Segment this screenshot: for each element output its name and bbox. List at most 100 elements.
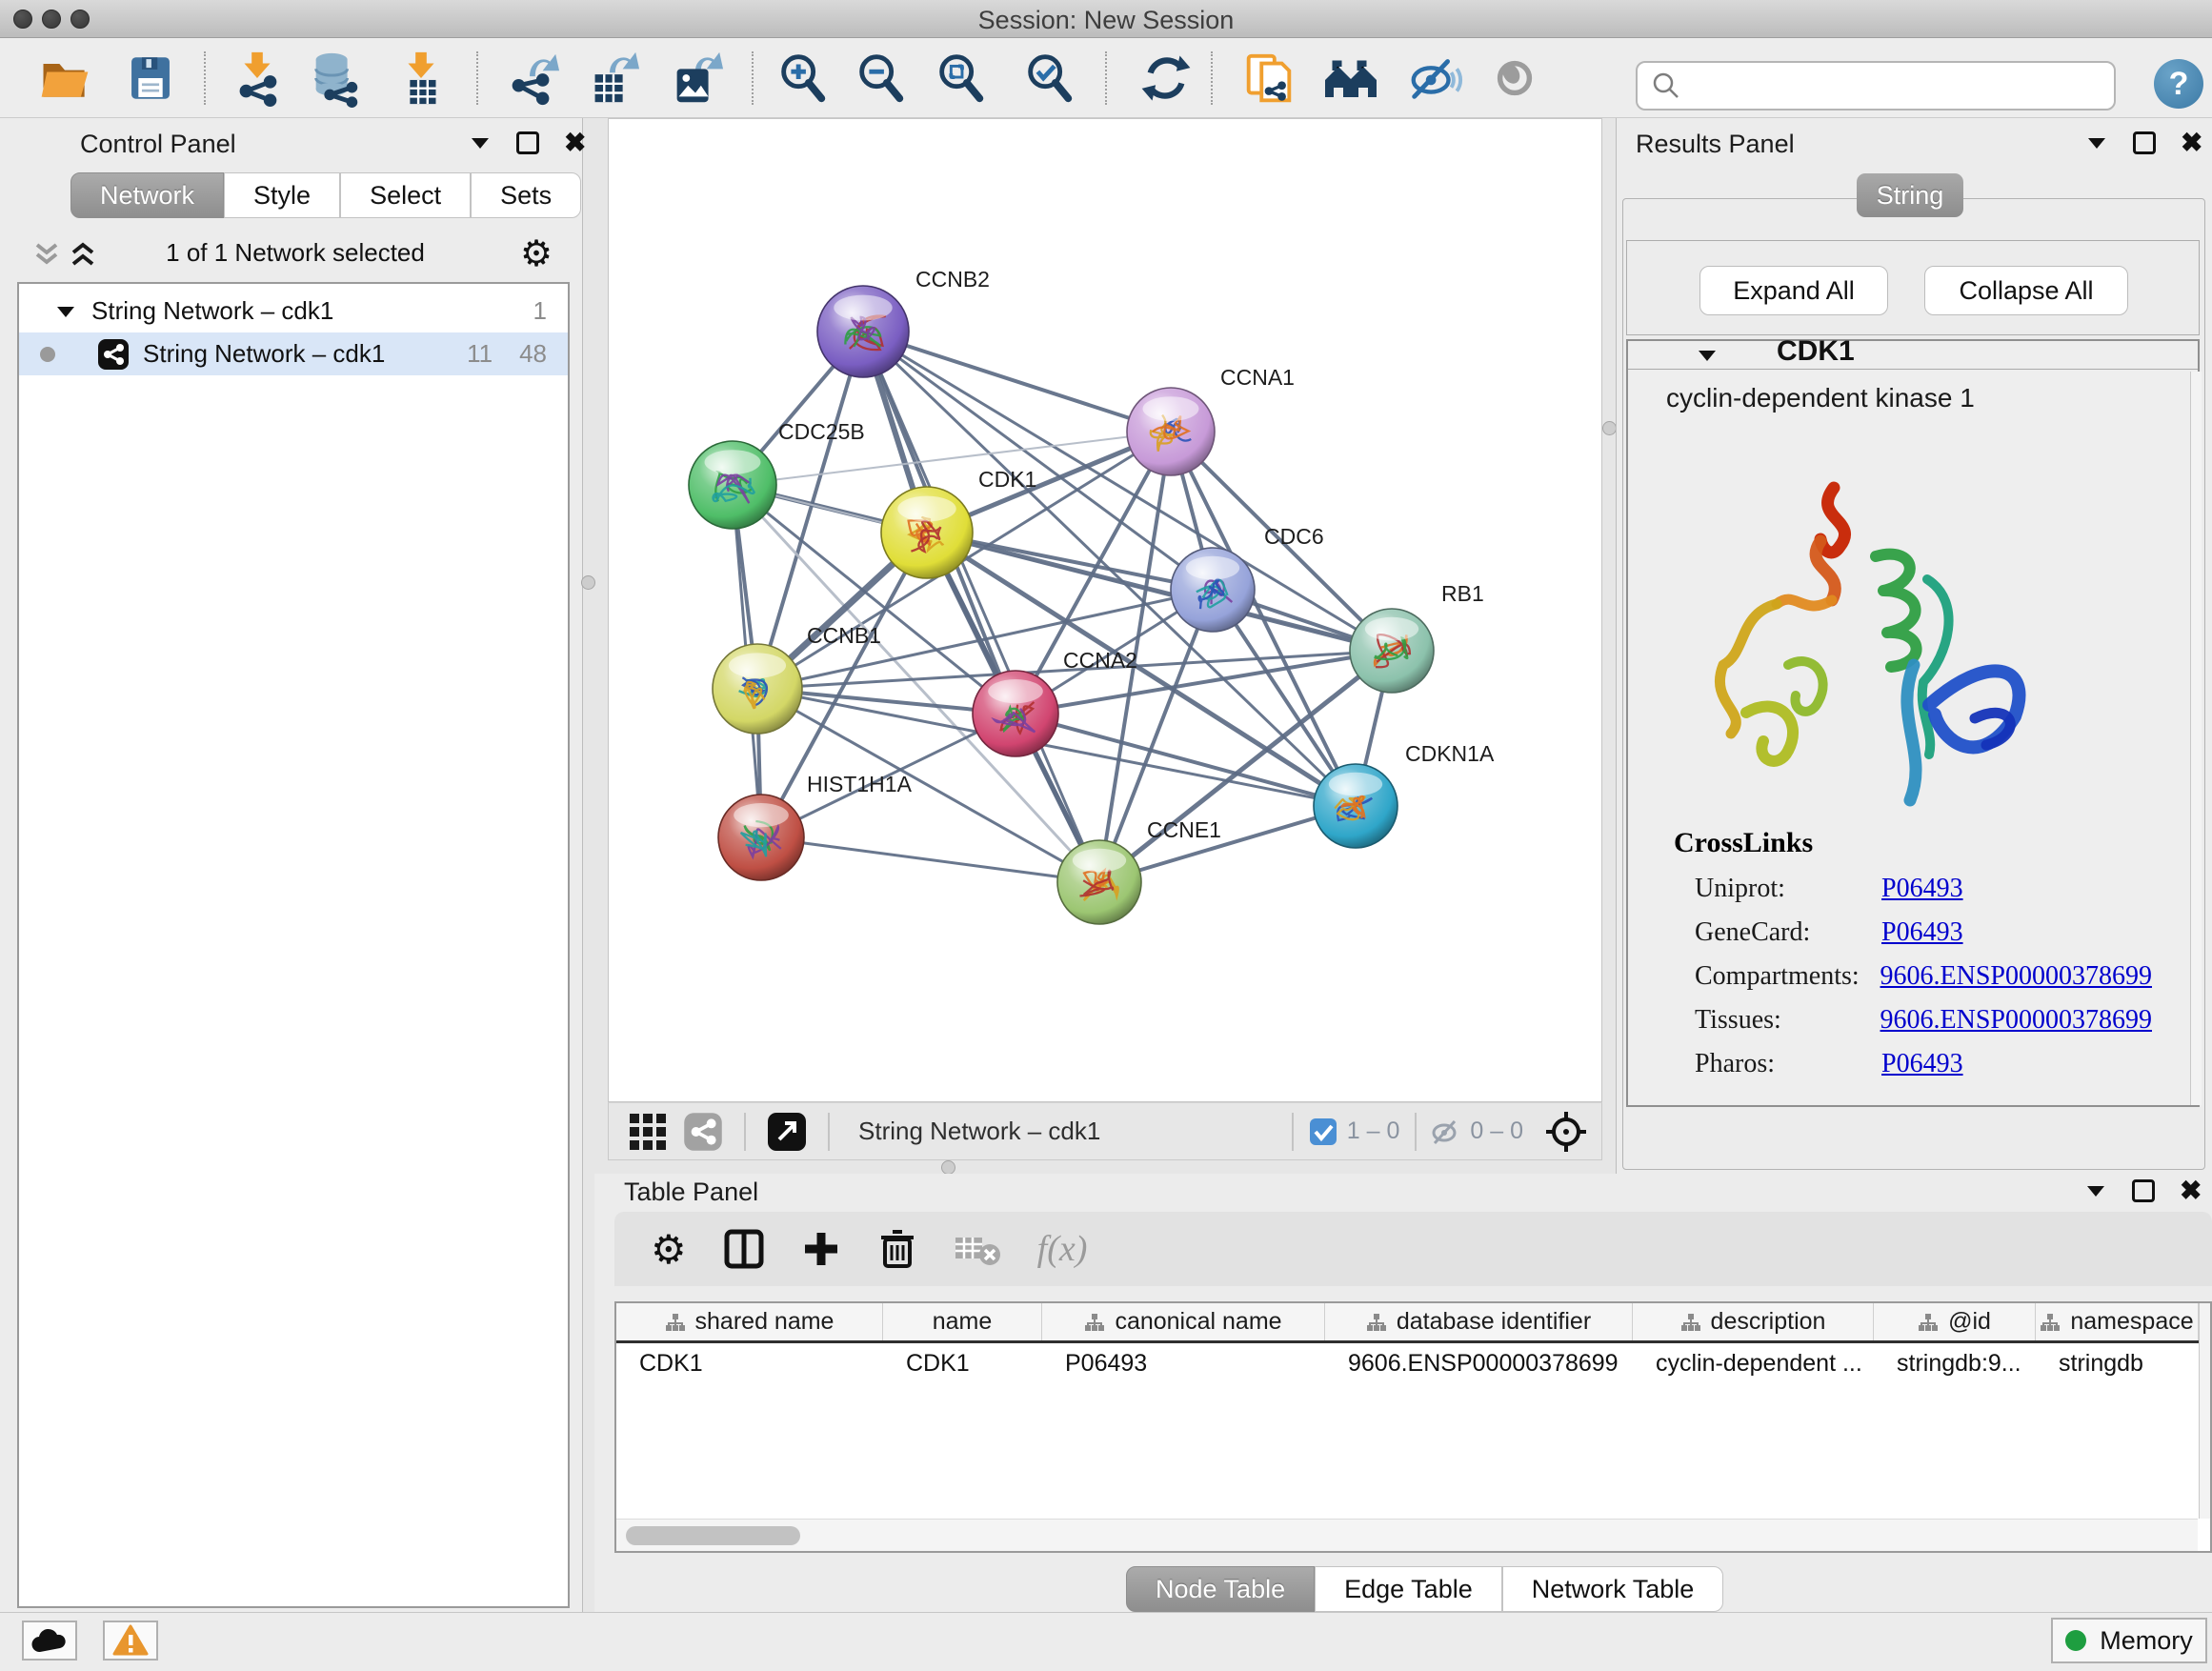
table-panel-title: Table Panel — [624, 1178, 758, 1207]
save-floppy-icon — [123, 50, 178, 106]
detach-view-icon[interactable] — [767, 1112, 807, 1152]
search-input[interactable] — [1681, 71, 2091, 101]
bottom-splitter-handle[interactable] — [941, 1160, 955, 1175]
crosslink-value-link[interactable]: P06493 — [1881, 917, 1963, 948]
column-header-shared-name[interactable]: shared name — [616, 1303, 883, 1340]
tab-string[interactable]: String — [1857, 173, 1963, 217]
left-splitter-handle[interactable] — [581, 575, 595, 590]
show-all-button[interactable] — [1483, 47, 1546, 110]
column-header-name[interactable]: name — [883, 1303, 1042, 1340]
tab-network[interactable]: Network — [70, 172, 224, 218]
column-header-description[interactable]: description — [1633, 1303, 1874, 1340]
close-panel-icon[interactable]: ✖ — [564, 131, 586, 154]
right-splitter-handle[interactable] — [1602, 421, 1617, 435]
edge-CCNB2-CCNA1[interactable] — [863, 332, 1171, 432]
tab-select[interactable]: Select — [340, 172, 471, 218]
float-panel-icon[interactable] — [2133, 131, 2156, 154]
open-session-button[interactable] — [33, 47, 96, 110]
save-session-button[interactable] — [119, 47, 182, 110]
network-view-icon[interactable] — [683, 1112, 723, 1152]
node-CDC6[interactable] — [1171, 548, 1255, 632]
collapse-all-button[interactable]: Collapse All — [1924, 266, 2128, 315]
crosslink-value-link[interactable]: P06493 — [1881, 1049, 1963, 1079]
tree-expand-icon[interactable] — [55, 303, 76, 320]
float-panel-icon[interactable] — [2132, 1179, 2155, 1202]
gene-card-header[interactable]: CDK1 — [1628, 341, 2198, 370]
column-header-canonical-name[interactable]: canonical name — [1042, 1303, 1325, 1340]
collapse-entry-icon[interactable] — [1697, 347, 1718, 364]
edge-HIST1H1A-CCNE1[interactable] — [761, 837, 1099, 882]
panel-menu-icon[interactable] — [469, 131, 492, 154]
table-row[interactable]: CDK1CDK1P064939606.ENSP00000378699cyclin… — [616, 1343, 2210, 1383]
export-image-button[interactable] — [664, 47, 727, 110]
tab-edge-table[interactable]: Edge Table — [1315, 1566, 1502, 1612]
column-header-namespace[interactable]: namespace — [2036, 1303, 2199, 1340]
tab-network-table[interactable]: Network Table — [1502, 1566, 1724, 1612]
table-settings-gear-icon[interactable]: ⚙ — [651, 1226, 687, 1273]
hide-selected-button[interactable] — [1403, 47, 1466, 110]
cloud-status-button[interactable] — [22, 1621, 77, 1661]
delete-table-icon[interactable] — [954, 1230, 1001, 1268]
function-builder-icon[interactable]: f(x) — [1037, 1228, 1088, 1270]
node-HIST1H1A[interactable] — [718, 795, 804, 880]
scrollbar-thumb[interactable] — [626, 1526, 800, 1545]
node-CDKN1A[interactable] — [1314, 764, 1398, 848]
node-CCNB2[interactable] — [817, 286, 909, 377]
tab-node-table[interactable]: Node Table — [1126, 1566, 1315, 1612]
export-table-button[interactable] — [580, 47, 643, 110]
current-network-dot-icon — [40, 347, 55, 362]
node-RB1[interactable] — [1350, 609, 1434, 693]
tab-style[interactable]: Style — [224, 172, 340, 218]
tab-sets[interactable]: Sets — [471, 172, 581, 218]
warnings-button[interactable] — [103, 1621, 158, 1661]
add-column-icon[interactable] — [801, 1229, 841, 1269]
show-columns-icon[interactable] — [723, 1228, 765, 1270]
crosslink-value-link[interactable]: 9606.ENSP00000378699 — [1880, 961, 2152, 992]
zoom-out-button[interactable] — [850, 47, 913, 110]
zoom-fit-button[interactable] — [930, 47, 993, 110]
expand-all-icon[interactable] — [69, 242, 97, 267]
column-header-database-identifier[interactable]: database identifier — [1325, 1303, 1633, 1340]
crosslink-value-link[interactable]: 9606.ENSP00000378699 — [1880, 1005, 2152, 1036]
network-collection-row[interactable]: String Network – cdk1 1 — [19, 290, 568, 332]
import-table-button[interactable] — [390, 47, 452, 110]
table-vertical-scrollbar[interactable] — [2199, 1303, 2210, 1519]
network-canvas[interactable]: CCNB2CCNA1CDC25BCDK1CDC6RB1CCNB1CCNA2CDK… — [609, 119, 1601, 1101]
birds-eye-crosshair-icon[interactable] — [1544, 1110, 1588, 1154]
grid-view-icon[interactable] — [628, 1112, 668, 1152]
selected-checkbox-icon[interactable] — [1309, 1117, 1337, 1146]
network-options-gear-icon[interactable]: ⚙ — [520, 232, 553, 275]
memory-button[interactable]: Memory — [2051, 1618, 2207, 1663]
crosslink-value-link[interactable]: P06493 — [1881, 874, 1963, 904]
zoom-in-icon — [774, 49, 833, 108]
panel-menu-icon[interactable] — [2085, 131, 2108, 154]
gene-result-card: CDK1 cyclin-dependent kinase 1 CrossLink… — [1626, 339, 2200, 1107]
collapse-all-icon[interactable] — [32, 242, 61, 267]
results-vertical-scrollbar[interactable] — [2190, 372, 2202, 1105]
float-panel-icon[interactable] — [516, 131, 539, 154]
cell-description: cyclin-dependent ... — [1633, 1343, 1874, 1383]
panel-menu-icon[interactable] — [2084, 1179, 2107, 1202]
close-panel-icon[interactable]: ✖ — [2181, 131, 2202, 154]
expand-all-button[interactable]: Expand All — [1699, 266, 1888, 315]
node-CDK1[interactable] — [881, 487, 973, 578]
refresh-layout-button[interactable] — [1135, 47, 1197, 110]
delete-column-icon[interactable] — [877, 1228, 917, 1270]
edge-CCNB2-CCNE1[interactable] — [863, 332, 1099, 882]
duplicate-network-button[interactable] — [1237, 47, 1300, 110]
help-button[interactable]: ? — [2154, 59, 2203, 109]
node-CCNB1[interactable] — [713, 644, 802, 734]
zoom-selected-button[interactable] — [1018, 47, 1081, 110]
import-network-from-database-button[interactable] — [304, 47, 367, 110]
export-network-button[interactable] — [500, 47, 563, 110]
home-button[interactable] — [1320, 47, 1383, 110]
node-CCNA2[interactable] — [973, 671, 1058, 756]
node-CCNA1[interactable] — [1127, 388, 1215, 475]
close-panel-icon[interactable]: ✖ — [2180, 1179, 2202, 1202]
column-header-@id[interactable]: @id — [1874, 1303, 2036, 1340]
node-CDC25B[interactable] — [689, 441, 776, 529]
network-row[interactable]: String Network – cdk1 11 48 — [19, 332, 568, 375]
node-CCNE1[interactable] — [1057, 840, 1141, 924]
zoom-in-button[interactable] — [772, 47, 835, 110]
import-network-button[interactable] — [226, 47, 289, 110]
